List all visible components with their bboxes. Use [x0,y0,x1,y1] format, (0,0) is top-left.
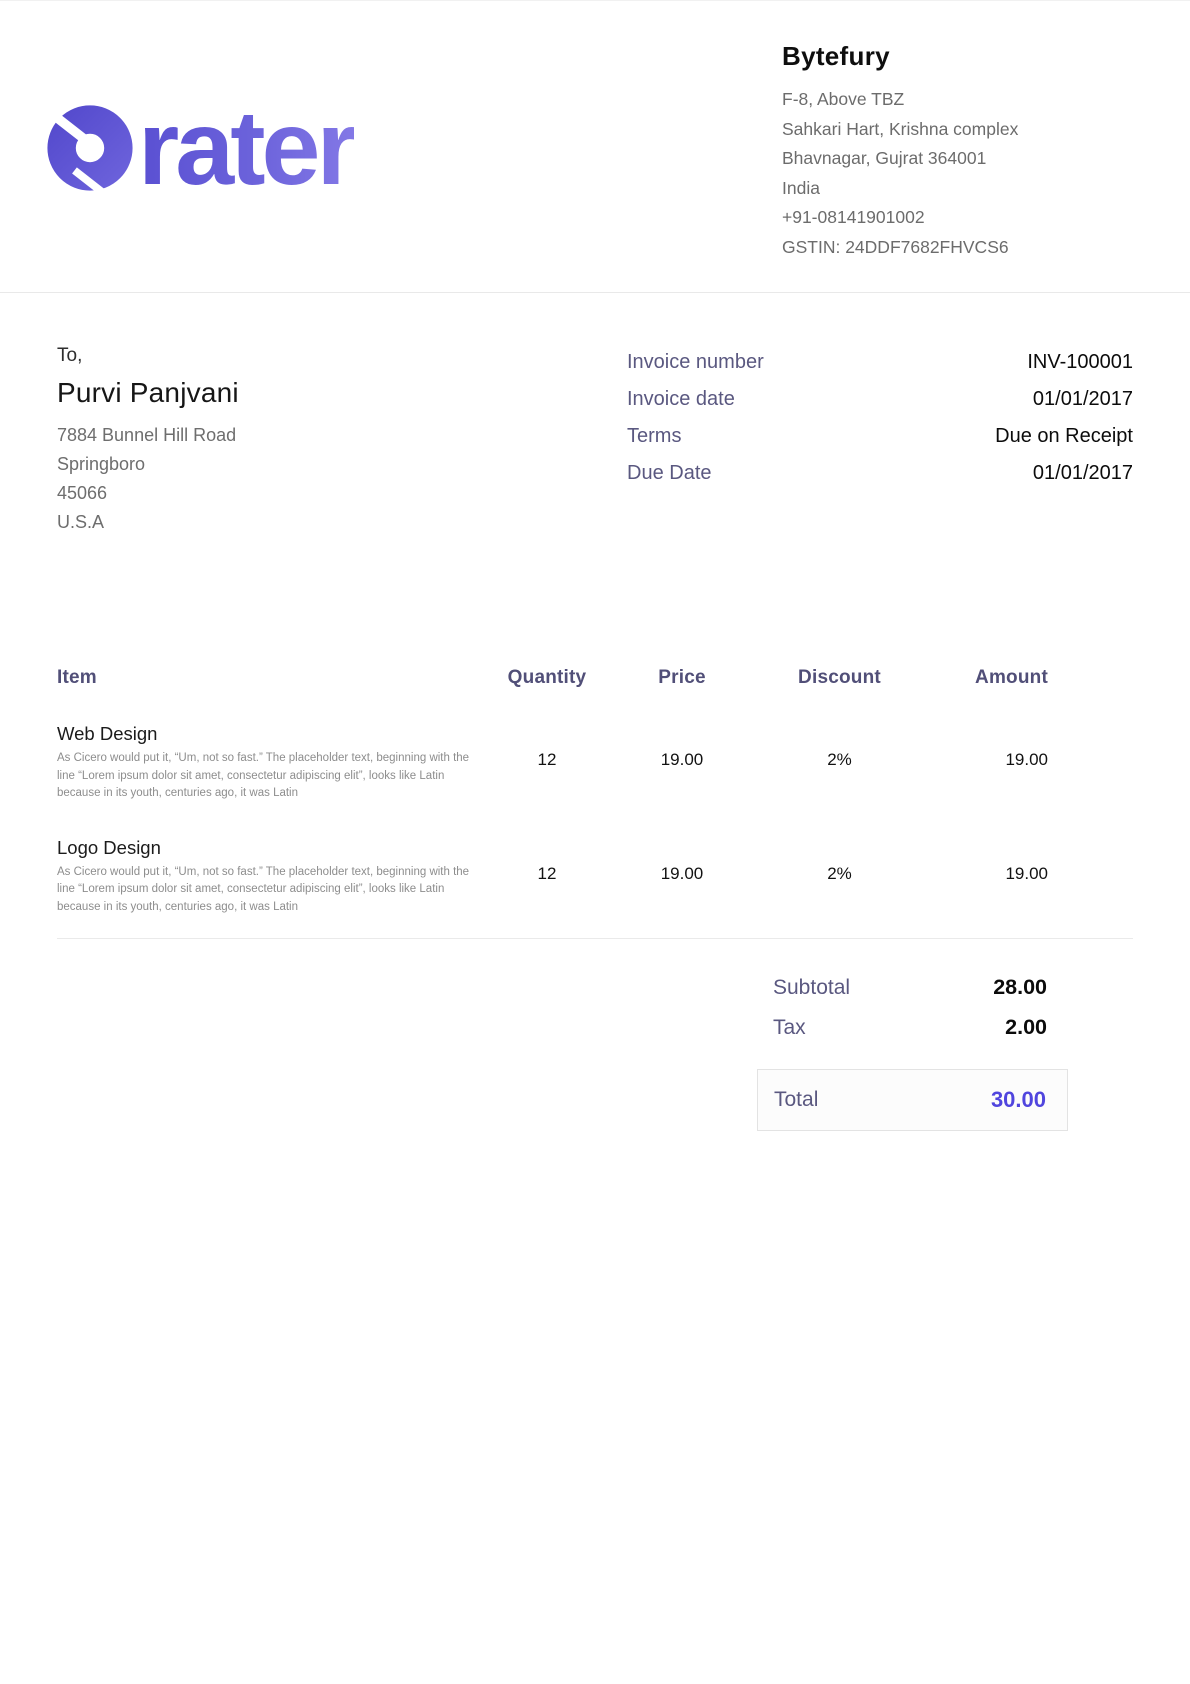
column-header-price: Price [612,667,752,689]
item-amount: 19.00 [927,723,1133,803]
crater-c-icon [46,105,134,191]
items-table: Item Quantity Price Discount Amount Web … [57,667,1133,939]
subtotal-value: 28.00 [993,975,1047,1000]
invoice-number-label: Invoice number [627,351,764,374]
item-quantity: 12 [482,837,612,917]
company-phone: +91-08141901002 [782,203,1122,233]
bill-to-block: To, Purvi Panjvani 7884 Bunnel Hill Road… [57,345,239,537]
meta-row-terms: Terms Due on Receipt [627,425,1133,448]
tax-label: Tax [773,1016,806,1040]
total-label: Total [774,1088,818,1112]
invoice-number-value: INV-100001 [1027,351,1133,374]
meta-row-due-date: Due Date 01/01/2017 [627,462,1133,485]
tax-value: 2.00 [1005,1015,1047,1040]
customer-name: Purvi Panjvani [57,377,239,409]
company-block: Bytefury F-8, Above TBZ Sahkari Hart, Kr… [782,41,1122,262]
item-name: Web Design [57,723,482,745]
company-name: Bytefury [782,41,1122,72]
customer-address-line: U.S.A [57,508,239,537]
item-price: 19.00 [612,723,752,803]
items-table-header: Item Quantity Price Discount Amount [57,667,1133,689]
meta-row-invoice-date: Invoice date 01/01/2017 [627,388,1133,411]
invoice-body: To, Purvi Panjvani 7884 Bunnel Hill Road… [0,345,1190,1131]
terms-value: Due on Receipt [995,425,1133,448]
item-quantity: 12 [482,723,612,803]
bill-to-label: To, [57,345,239,367]
company-address-line: Sahkari Hart, Krishna complex [782,115,1122,145]
invoice-date-label: Invoice date [627,388,735,411]
table-bottom-divider [57,938,1133,939]
crater-logo: rater [46,77,354,191]
crater-logo-text: rater [138,105,354,191]
terms-label: Terms [627,425,681,448]
table-row: Web Design As Cicero would put it, “Um, … [57,723,1133,803]
customer-address-line: 45066 [57,479,239,508]
item-cell: Web Design As Cicero would put it, “Um, … [57,723,482,803]
company-gstin: GSTIN: 24DDF7682FHVCS6 [782,233,1122,263]
item-name: Logo Design [57,837,482,859]
company-address-line: Bhavnagar, Gujrat 364001 [782,144,1122,174]
meta-row-invoice-number: Invoice number INV-100001 [627,351,1133,374]
column-header-item: Item [57,667,482,689]
customer-address-line: Springboro [57,450,239,479]
column-header-discount: Discount [752,667,927,689]
invoice-header: rater Bytefury F-8, Above TBZ Sahkari Ha… [0,0,1190,293]
item-amount: 19.00 [927,837,1133,917]
item-description: As Cicero would put it, “Um, not so fast… [57,750,477,803]
column-header-amount: Amount [927,667,1133,689]
customer-address-line: 7884 Bunnel Hill Road [57,421,239,450]
item-description: As Cicero would put it, “Um, not so fast… [57,864,477,917]
totals-section: Subtotal 28.00 Tax 2.00 Total 30.00 [57,975,1133,1131]
parties-section: To, Purvi Panjvani 7884 Bunnel Hill Road… [57,345,1133,537]
due-date-value: 01/01/2017 [1033,462,1133,485]
invoice-page: { "logo": { "text": "rater", "brand_colo… [0,0,1190,1684]
total-box: Total 30.00 [757,1069,1068,1131]
due-date-label: Due Date [627,462,712,485]
item-price: 19.00 [612,837,752,917]
item-cell: Logo Design As Cicero would put it, “Um,… [57,837,482,917]
invoice-meta-block: Invoice number INV-100001 Invoice date 0… [627,351,1133,537]
item-discount: 2% [752,723,927,803]
table-row: Logo Design As Cicero would put it, “Um,… [57,837,1133,917]
column-header-quantity: Quantity [482,667,612,689]
item-discount: 2% [752,837,927,917]
total-value: 30.00 [991,1087,1046,1113]
subtotal-row: Subtotal 28.00 [757,975,1068,1000]
company-address-line: India [782,174,1122,204]
subtotal-label: Subtotal [773,976,850,1000]
invoice-date-value: 01/01/2017 [1033,388,1133,411]
company-address-line: F-8, Above TBZ [782,85,1122,115]
tax-row: Tax 2.00 [757,1015,1068,1040]
